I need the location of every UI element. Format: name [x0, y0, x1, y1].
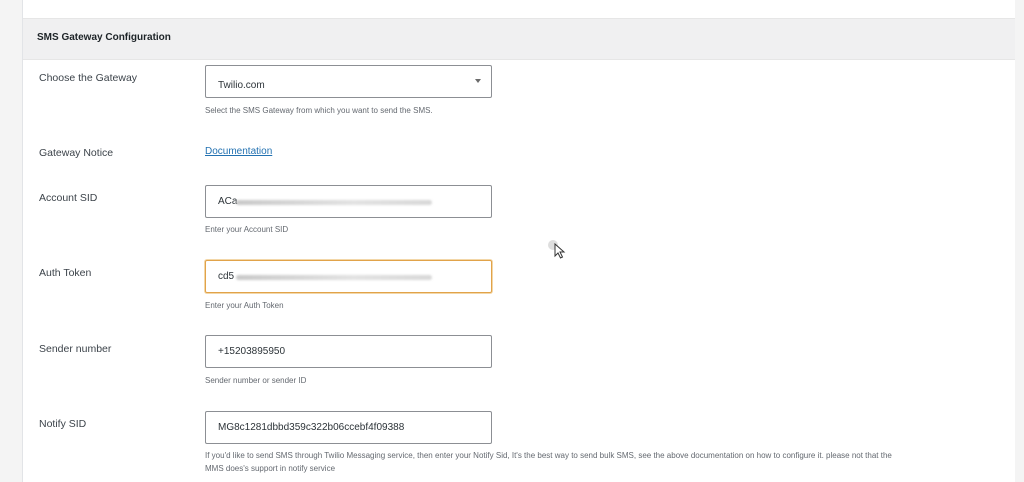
auth-token-field[interactable]: cd5 — [205, 260, 492, 293]
notify-sid-help-line-1: If you'd like to send SMS through Twilio… — [205, 451, 892, 460]
account-sid-field[interactable]: ACa — [205, 185, 492, 218]
redaction-mask — [236, 275, 432, 280]
gateway-notice-label: Gateway Notice — [39, 147, 114, 159]
gateway-label: Choose the Gateway — [39, 72, 138, 84]
account-sid-value: ACa — [218, 196, 238, 207]
mouse-pointer-icon — [554, 243, 566, 259]
notify-sid-field[interactable]: MG8c1281dbbd359c322b06ccebf4f09388 — [205, 411, 492, 444]
sender-number-help: Sender number or sender ID — [205, 376, 307, 385]
sender-number-value: +15203895950 — [218, 346, 286, 357]
gateway-help: Select the SMS Gateway from which you wa… — [205, 106, 433, 115]
account-sid-help: Enter your Account SID — [205, 225, 289, 234]
notify-sid-help-line-2: MMS does's support in notify service — [205, 464, 336, 473]
auth-token-value: cd5 — [218, 271, 235, 282]
gateway-select[interactable]: Twilio.com — [205, 65, 492, 98]
notify-sid-help: If you'd like to send SMS through Twilio… — [205, 449, 1005, 475]
sender-number-field[interactable]: +15203895950 — [205, 335, 492, 368]
redaction-mask — [236, 200, 432, 205]
auth-token-label: Auth Token — [39, 267, 92, 279]
notify-sid-value: MG8c1281dbbd359c322b06ccebf4f09388 — [218, 422, 405, 433]
gateway-selected-value: Twilio.com — [218, 80, 265, 91]
section-title: SMS Gateway Configuration — [37, 32, 171, 43]
auth-token-help: Enter your Auth Token — [205, 301, 284, 310]
documentation-link[interactable]: Documentation — [205, 146, 272, 157]
section-header: SMS Gateway Configuration — [23, 18, 1015, 60]
sender-number-label: Sender number — [39, 343, 112, 355]
chevron-down-icon — [475, 79, 481, 83]
account-sid-label: Account SID — [39, 192, 98, 204]
notify-sid-label: Notify SID — [39, 418, 87, 430]
settings-panel: SMS Gateway Configuration Choose the Gat… — [22, 0, 1015, 482]
